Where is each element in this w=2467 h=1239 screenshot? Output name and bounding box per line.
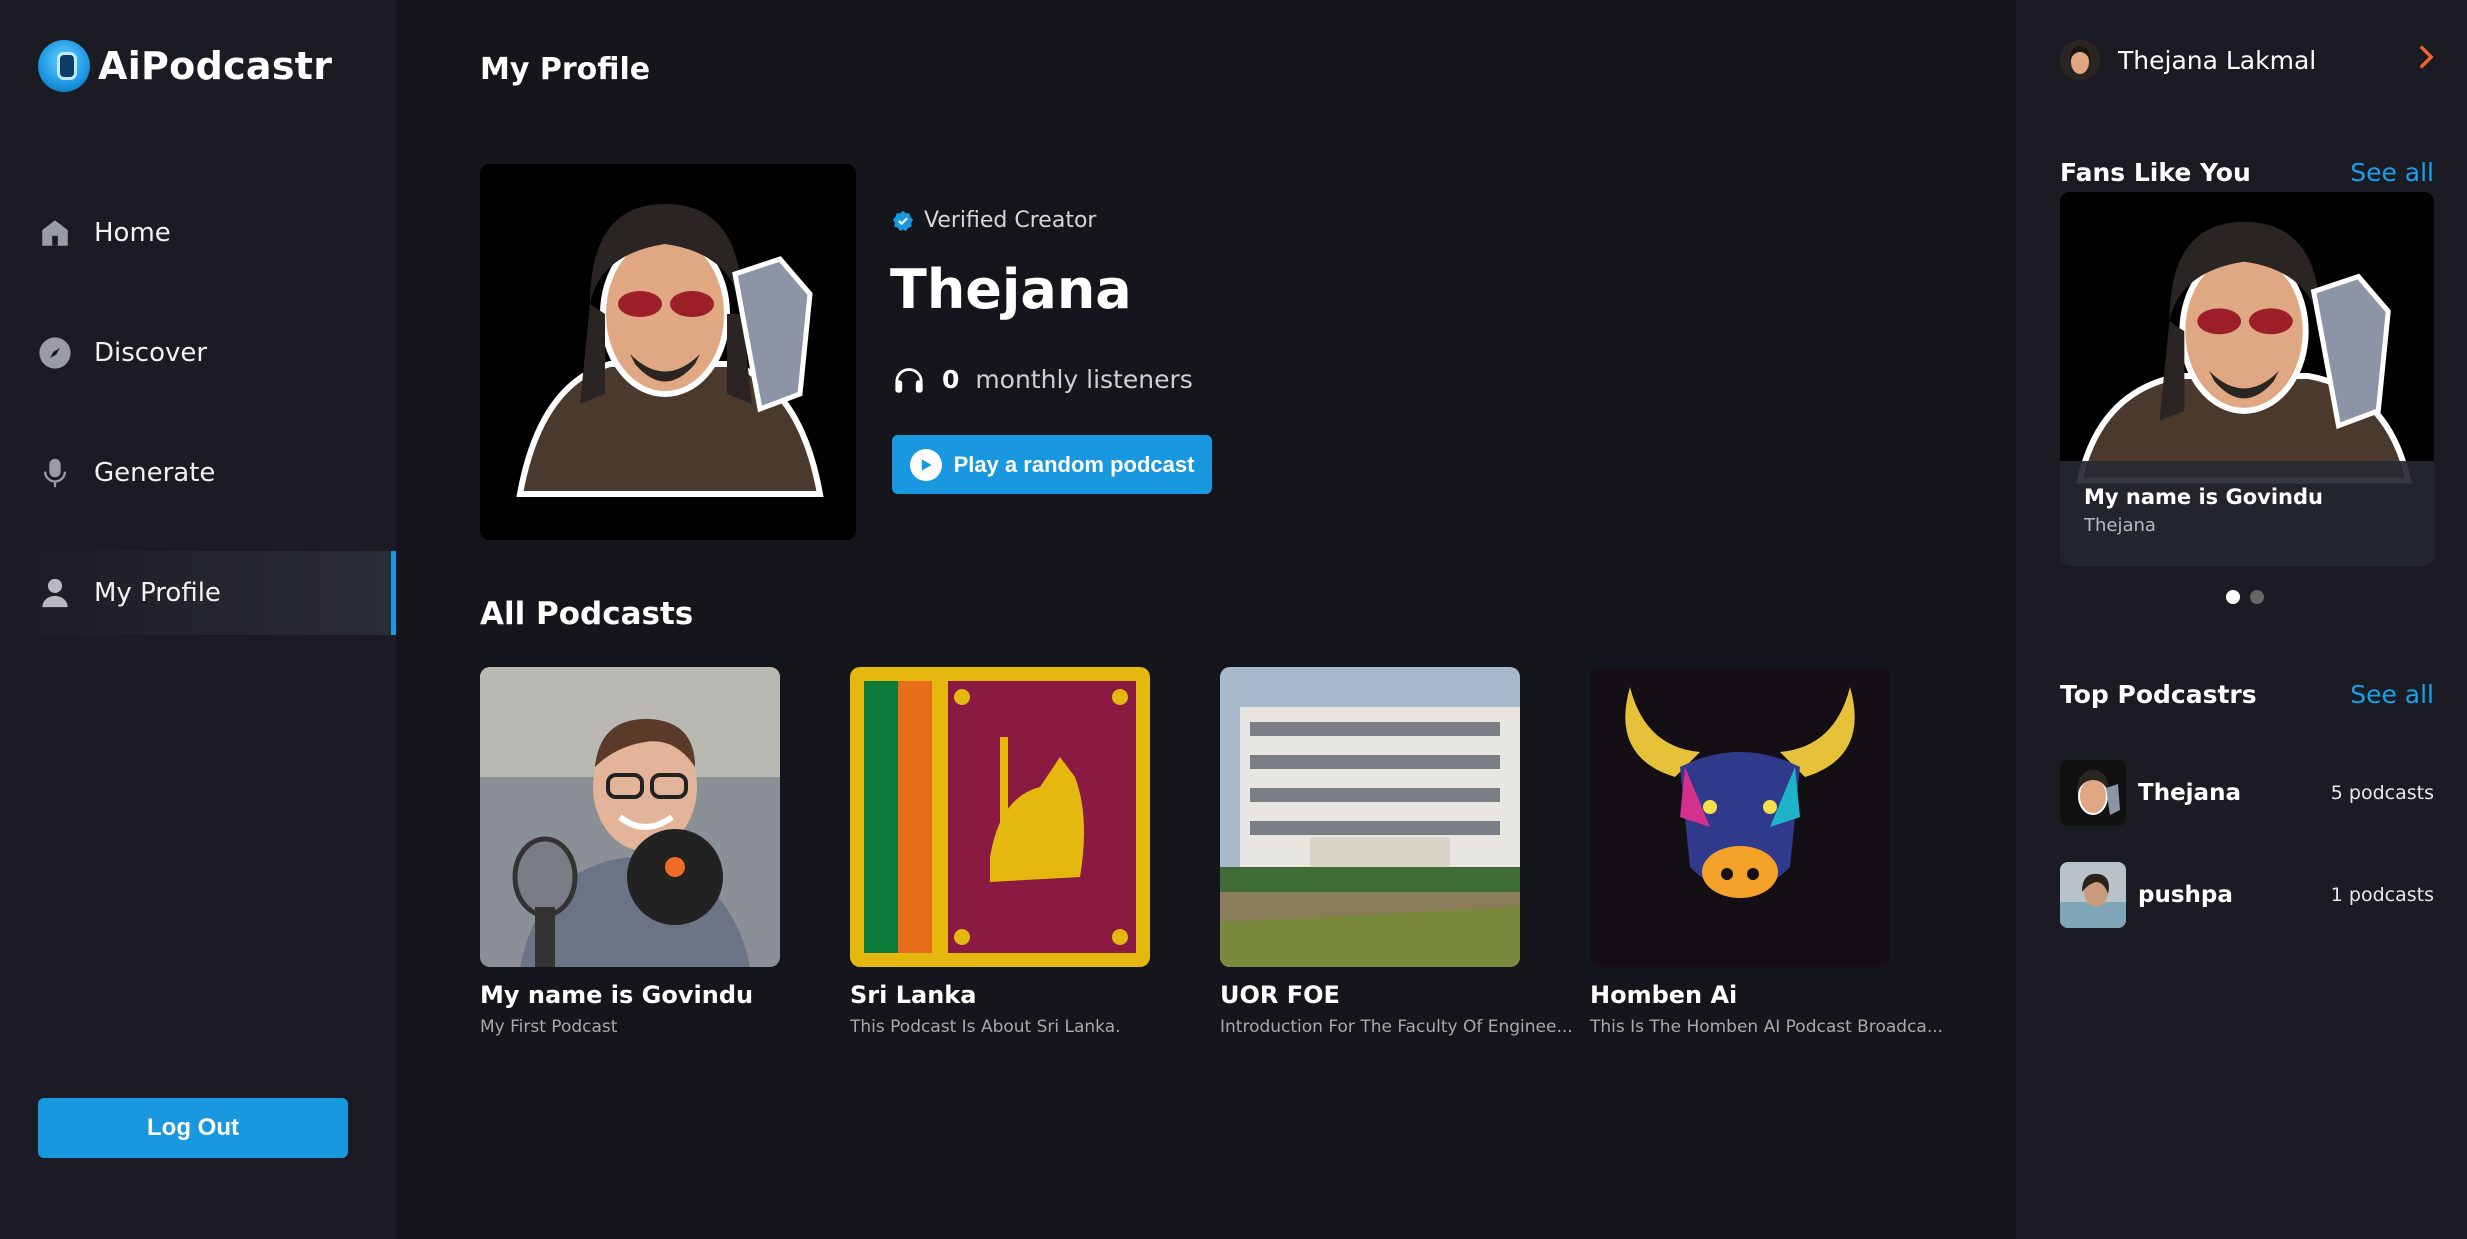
top-podcastrs-title: Top Podcastrs <box>2060 680 2257 709</box>
all-podcasts-heading: All Podcasts <box>480 596 694 632</box>
podcast-description: My First Podcast <box>480 1017 618 1037</box>
profile-image <box>480 164 856 540</box>
fans-card-subtitle: Thejana <box>2084 515 2156 536</box>
page-title: My Profile <box>480 52 651 87</box>
podcaster-count: 1 podcasts <box>2330 884 2434 906</box>
verified-label: Verified Creator <box>924 208 1097 233</box>
carousel-dots <box>2226 590 2264 604</box>
app-name: AiPodcastr <box>98 44 333 88</box>
monthly-listeners: 0 monthly listeners <box>892 364 1193 394</box>
chevron-right-icon[interactable] <box>2418 43 2434 78</box>
top-podcastrs-header: Top Podcastrs See all <box>2060 680 2434 709</box>
headphones-icon <box>895 368 923 393</box>
podcast-thumbnail <box>480 667 780 967</box>
fans-like-you-header: Fans Like You See all <box>2060 158 2434 187</box>
current-user[interactable]: Thejana Lakmal <box>2060 40 2434 80</box>
podcast-thumbnail <box>1590 667 1890 967</box>
user-icon <box>38 576 72 610</box>
fans-card-caption: My name is Govindu Thejana <box>2060 461 2434 566</box>
creator-name: Thejana <box>890 258 1132 321</box>
fans-carousel-card[interactable]: My name is Govindu Thejana <box>2060 192 2434 566</box>
sidebar-item-label: Home <box>94 218 171 248</box>
podcast-title: Sri Lanka <box>850 981 977 1009</box>
verified-creator: Verified Creator <box>892 208 1096 233</box>
podcast-card[interactable]: Sri Lanka This Podcast Is About Sri Lank… <box>850 667 1150 1037</box>
podcaster-count: 5 podcasts <box>2330 782 2434 804</box>
app-logo[interactable]: AiPodcastr <box>38 40 332 92</box>
sidebar-item-label: My Profile <box>94 578 221 608</box>
top-podcaster-item[interactable]: Thejana 5 podcasts <box>2060 760 2434 826</box>
podcast-title: My name is Govindu <box>480 981 754 1009</box>
top-see-all-link[interactable]: See all <box>2350 680 2434 709</box>
verified-badge-icon <box>892 210 914 231</box>
podcaster-name: pushpa <box>2138 882 2233 908</box>
fans-see-all-link[interactable]: See all <box>2350 158 2434 187</box>
podcast-title: Homben Ai <box>1590 981 1738 1009</box>
fans-card-title: My name is Govindu <box>2084 485 2323 509</box>
podcast-description: This Podcast Is About Sri Lanka. <box>850 1017 1121 1037</box>
sidebar-item-home[interactable]: Home <box>0 191 396 275</box>
sidebar-item-label: Generate <box>94 458 216 488</box>
left-sidebar: AiPodcastr Home Discover Generate My Pro <box>0 0 396 1239</box>
compass-icon <box>38 336 72 370</box>
logo-icon <box>38 40 90 92</box>
podcaster-avatar <box>2060 760 2126 826</box>
logout-button[interactable]: Log Out <box>38 1098 348 1158</box>
sidebar-item-my-profile[interactable]: My Profile <box>0 551 396 635</box>
top-podcaster-item[interactable]: pushpa 1 podcasts <box>2060 862 2434 928</box>
podcaster-avatar <box>2060 862 2126 928</box>
user-name: Thejana Lakmal <box>2118 45 2317 75</box>
play-button-label: Play a random podcast <box>953 451 1195 477</box>
sidebar-item-discover[interactable]: Discover <box>0 311 396 395</box>
play-icon <box>909 448 942 481</box>
podcast-description: Introduction For The Faculty Of Enginee.… <box>1220 1017 1573 1037</box>
right-sidebar: Thejana Lakmal Fans Like You See all My … <box>2016 0 2467 1239</box>
microphone-icon <box>38 456 72 490</box>
podcast-card[interactable]: Homben Ai This Is The Homben AI Podcast … <box>1590 667 1943 1037</box>
podcast-card[interactable]: UOR FOE Introduction For The Faculty Of … <box>1220 667 1573 1037</box>
podcast-thumbnail <box>850 667 1150 967</box>
podcaster-name: Thejana <box>2138 780 2241 806</box>
main-content: My Profile Verified Creator Thejana 0 mo… <box>396 0 2016 1239</box>
listeners-count: 0 <box>942 364 960 394</box>
carousel-dot[interactable] <box>2250 590 2264 604</box>
sidebar-item-generate[interactable]: Generate <box>0 431 396 515</box>
podcast-thumbnail <box>1220 667 1520 967</box>
podcast-title: UOR FOE <box>1220 981 1340 1009</box>
fans-like-you-title: Fans Like You <box>2060 158 2251 187</box>
podcast-description: This Is The Homben AI Podcast Broadca... <box>1590 1017 1944 1037</box>
play-random-podcast-button[interactable]: Play a random podcast <box>892 435 1212 494</box>
avatar <box>2060 40 2100 80</box>
sidebar-item-label: Discover <box>94 338 208 368</box>
home-icon <box>38 216 72 250</box>
podcast-card[interactable]: My name is Govindu My First Podcast <box>480 667 780 1037</box>
app-root: AiPodcastr Home Discover Generate My Pro <box>0 0 2467 1239</box>
listeners-label: monthly listeners <box>975 364 1193 394</box>
carousel-dot[interactable] <box>2226 590 2240 604</box>
